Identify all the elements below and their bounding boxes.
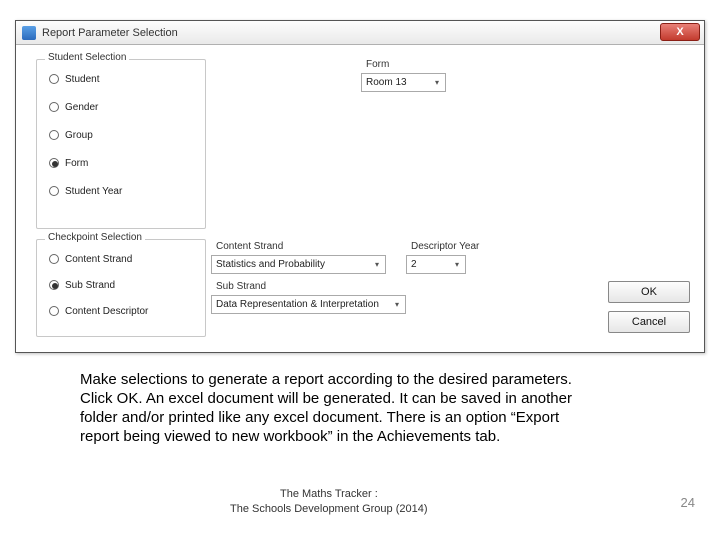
- groupbox-checkpoint-selection: Checkpoint Selection Content Strand Sub …: [36, 239, 206, 337]
- footer-line-1: The Maths Tracker :: [280, 488, 378, 500]
- ok-button[interactable]: OK: [608, 281, 690, 303]
- content-strand-label: Content Strand: [216, 241, 283, 252]
- form-field-label: Form: [366, 59, 389, 70]
- radio-content-descriptor[interactable]: Content Descriptor: [47, 302, 197, 320]
- content-strand-value: Statistics and Probability: [216, 259, 325, 270]
- radio-label: Sub Strand: [65, 280, 115, 291]
- sub-strand-combo[interactable]: Data Representation & Interpretation ▾: [211, 295, 406, 314]
- radio-form[interactable]: Form: [47, 154, 197, 172]
- chevron-down-icon: ▾: [369, 256, 385, 273]
- chevron-down-icon: ▾: [429, 74, 445, 91]
- sub-strand-value: Data Representation & Interpretation: [216, 299, 379, 310]
- radio-mark: [49, 102, 59, 112]
- footer-line-2: The Schools Development Group (2014): [230, 503, 428, 515]
- radio-mark: [49, 130, 59, 140]
- form-combo[interactable]: Room 13 ▾: [361, 73, 446, 92]
- radio-student[interactable]: Student: [47, 70, 197, 88]
- groupbox-student-selection: Student Selection Student Gender Group: [36, 59, 206, 229]
- groupbox-legend: Student Selection: [45, 52, 129, 63]
- close-button[interactable]: X: [660, 23, 700, 41]
- radio-label: Student Year: [65, 186, 122, 197]
- cancel-button-label: Cancel: [632, 316, 666, 328]
- radio-label: Group: [65, 130, 93, 141]
- instruction-text: Make selections to generate a report acc…: [80, 370, 580, 446]
- titlebar: Report Parameter Selection X: [16, 21, 704, 45]
- descriptor-year-combo[interactable]: 2 ▾: [406, 255, 466, 274]
- groupbox-legend: Checkpoint Selection: [45, 232, 145, 243]
- radio-student-year[interactable]: Student Year: [47, 182, 197, 200]
- radio-gender[interactable]: Gender: [47, 98, 197, 116]
- radio-label: Content Descriptor: [65, 306, 148, 317]
- radio-mark: [49, 186, 59, 196]
- radio-mark: [49, 306, 59, 316]
- radio-label: Content Strand: [65, 254, 132, 265]
- page-number: 24: [681, 495, 695, 510]
- chevron-down-icon: ▾: [449, 256, 465, 273]
- content-strand-combo[interactable]: Statistics and Probability ▾: [211, 255, 386, 274]
- radio-sub-strand[interactable]: Sub Strand: [47, 276, 197, 294]
- slide: Report Parameter Selection X Student Sel…: [0, 0, 720, 540]
- sub-strand-label: Sub Strand: [216, 281, 266, 292]
- close-icon: X: [676, 26, 683, 38]
- radio-group[interactable]: Group: [47, 126, 197, 144]
- ok-button-label: OK: [641, 286, 657, 298]
- descriptor-year-value: 2: [411, 259, 417, 270]
- radio-mark: [49, 158, 59, 168]
- radio-label: Student: [65, 74, 99, 85]
- dialog-window: Report Parameter Selection X Student Sel…: [15, 20, 705, 353]
- dialog-body: Student Selection Student Gender Group: [16, 45, 704, 352]
- form-combo-value: Room 13: [366, 77, 407, 88]
- chevron-down-icon: ▾: [389, 296, 405, 313]
- dialog-title: Report Parameter Selection: [42, 27, 178, 39]
- radio-mark: [49, 74, 59, 84]
- radio-label: Gender: [65, 102, 98, 113]
- radio-mark: [49, 280, 59, 290]
- radio-content-strand[interactable]: Content Strand: [47, 250, 197, 268]
- radio-mark: [49, 254, 59, 264]
- descriptor-year-label: Descriptor Year: [411, 241, 479, 252]
- app-icon: [22, 26, 36, 40]
- cancel-button[interactable]: Cancel: [608, 311, 690, 333]
- radio-label: Form: [65, 158, 88, 169]
